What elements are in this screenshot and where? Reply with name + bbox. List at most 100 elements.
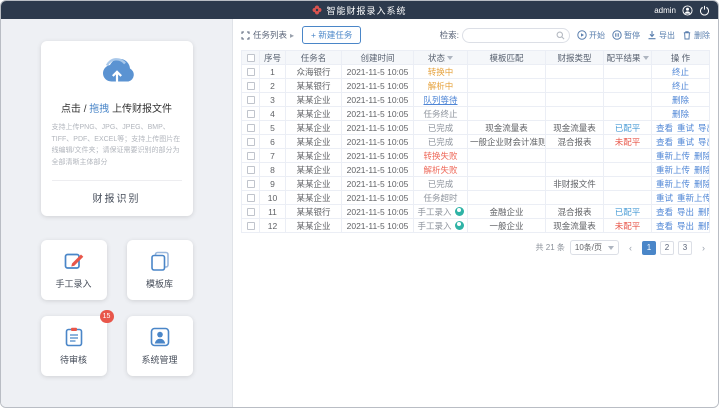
op-link[interactable]: 重新上传 (656, 151, 690, 161)
task-list-breadcrumb[interactable]: 任务列表 ▸ (241, 29, 294, 41)
op-link[interactable]: 删除 (694, 179, 709, 189)
page-buttons: 123 (642, 241, 692, 255)
op-link[interactable]: 查看 (656, 137, 673, 147)
next-page-button[interactable]: › (697, 241, 710, 255)
op-link[interactable]: 查看 (656, 207, 673, 217)
row-checkbox[interactable] (247, 222, 255, 230)
table-row: 4某某企业2021-11-5 10:05任务终止删除 (242, 107, 710, 121)
op-link[interactable]: 查看 (656, 221, 673, 231)
cell-index: 10 (260, 191, 286, 205)
manual-entry-avatar-icon (455, 221, 464, 230)
col-status[interactable]: 状态 (414, 51, 468, 65)
task-table: 序号 任务名 创建时间 状态 模板匹配 财报类型 配平结果 操 作 1众海银行2… (241, 50, 710, 233)
trash-icon (682, 30, 692, 40)
op-link[interactable]: 导出 (698, 123, 709, 133)
op-link[interactable]: 删除 (698, 221, 709, 231)
search-input[interactable] (468, 31, 556, 40)
page-size-select[interactable]: 10条/页 (570, 240, 619, 255)
cell-created-time: 2021-11-5 10:05 (342, 149, 414, 163)
op-link[interactable]: 导出 (677, 221, 694, 231)
cell-task-name: 某某企业 (286, 149, 342, 163)
table-row: 2某某银行2021-11-5 10:05解析中终止 (242, 79, 710, 93)
row-checkbox[interactable] (247, 194, 255, 202)
row-checkbox[interactable] (247, 152, 255, 160)
cell-status: 转换中 (414, 65, 468, 79)
op-link[interactable]: 查看 (656, 123, 673, 133)
sidebar-item-system-management[interactable]: 系统管理 (127, 316, 193, 376)
status-filter-caret-icon[interactable] (447, 56, 453, 60)
row-checkbox[interactable] (247, 208, 255, 216)
export-label: 导出 (659, 30, 675, 41)
cell-report-type: 混合报表 (546, 205, 604, 219)
sidebar-item-manual-entry[interactable]: 手工录入 (41, 240, 107, 300)
pagination-bar: 共 21 条 10条/页 ‹ 123 › (241, 240, 710, 255)
op-link[interactable]: 重试 (677, 123, 694, 133)
export-button[interactable]: 导出 (647, 30, 675, 41)
cell-template-match (468, 107, 546, 121)
op-link[interactable]: 重试 (677, 137, 694, 147)
op-link[interactable]: 导出 (698, 137, 709, 147)
cell-task-name: 某某银行 (286, 205, 342, 219)
upload-title-click: 点击 / (61, 104, 87, 115)
search-icon[interactable] (556, 31, 565, 40)
row-checkbox[interactable] (247, 138, 255, 146)
col-created-time: 创建时间 (342, 51, 414, 65)
start-task-button[interactable]: 开始 (577, 30, 605, 41)
user-account-icon[interactable] (682, 5, 693, 16)
row-checkbox[interactable] (247, 166, 255, 174)
page-button[interactable]: 2 (660, 241, 674, 255)
op-link[interactable]: 删除 (672, 109, 689, 119)
report-recognize-button[interactable]: 财报识别 (52, 181, 182, 216)
logout-power-icon[interactable] (699, 5, 710, 16)
cell-created-time: 2021-11-5 10:05 (342, 79, 414, 93)
cell-report-type (546, 149, 604, 163)
cell-status: 解析失败 (414, 163, 468, 177)
pause-task-button[interactable]: 暂停 (612, 30, 640, 41)
cell-balance-result (604, 191, 652, 205)
page-button[interactable]: 3 (678, 241, 692, 255)
download-icon (647, 30, 657, 40)
cell-operations: 终止 (652, 65, 710, 79)
op-link[interactable]: 重新上传 (656, 179, 690, 189)
row-checkbox[interactable] (247, 180, 255, 188)
op-link[interactable]: 导出 (677, 207, 694, 217)
sidebar-item-pending-review[interactable]: 15 待审核 (41, 316, 107, 376)
page-button[interactable]: 1 (642, 241, 656, 255)
cell-index: 11 (260, 205, 286, 219)
upload-drag-link[interactable]: 拖拽 (89, 104, 109, 115)
table-row: 9某某企业2021-11-5 10:05已完成非财报文件重新上传删除 (242, 177, 710, 191)
op-link[interactable]: 删除 (694, 151, 709, 161)
balance-filter-caret-icon[interactable] (643, 56, 649, 60)
balance-text: 未配平 (615, 137, 641, 147)
delete-button[interactable]: 删除 (682, 30, 710, 41)
cell-index: 4 (260, 107, 286, 121)
cell-operations: 查看重试导出 (652, 121, 710, 135)
row-checkbox[interactable] (247, 124, 255, 132)
cell-task-name: 某某企业 (286, 177, 342, 191)
sidebar-item-template-library[interactable]: 模板库 (127, 240, 193, 300)
select-all-checkbox[interactable] (247, 54, 255, 62)
op-link[interactable]: 重试 (656, 193, 673, 203)
prev-page-button[interactable]: ‹ (624, 241, 637, 255)
op-link[interactable]: 删除 (672, 95, 689, 105)
row-checkbox[interactable] (247, 82, 255, 90)
op-link[interactable]: 删除 (694, 165, 709, 175)
cell-created-time: 2021-11-5 10:05 (342, 205, 414, 219)
row-checkbox[interactable] (247, 68, 255, 76)
op-link[interactable]: 终止 (672, 81, 689, 91)
new-task-button[interactable]: + 新建任务 (302, 26, 361, 44)
op-link[interactable]: 重新上传 (677, 193, 709, 203)
col-balance-result[interactable]: 配平结果 (604, 51, 652, 65)
row-checkbox[interactable] (247, 96, 255, 104)
balance-text: 已配平 (615, 207, 641, 217)
op-link[interactable]: 重新上传 (656, 165, 690, 175)
cell-created-time: 2021-11-5 10:05 (342, 135, 414, 149)
upload-dropzone[interactable]: 点击 / 拖拽 上传财报文件 支持上传PNG、JPG、JPEG、BMP、TIFF… (41, 41, 193, 216)
app-logo-icon (312, 5, 322, 15)
col-task-name: 任务名 (286, 51, 342, 65)
cell-created-time: 2021-11-5 10:05 (342, 191, 414, 205)
row-checkbox[interactable] (247, 110, 255, 118)
col-template-match: 模板匹配 (468, 51, 546, 65)
op-link[interactable]: 删除 (698, 207, 709, 217)
op-link[interactable]: 终止 (672, 67, 689, 77)
